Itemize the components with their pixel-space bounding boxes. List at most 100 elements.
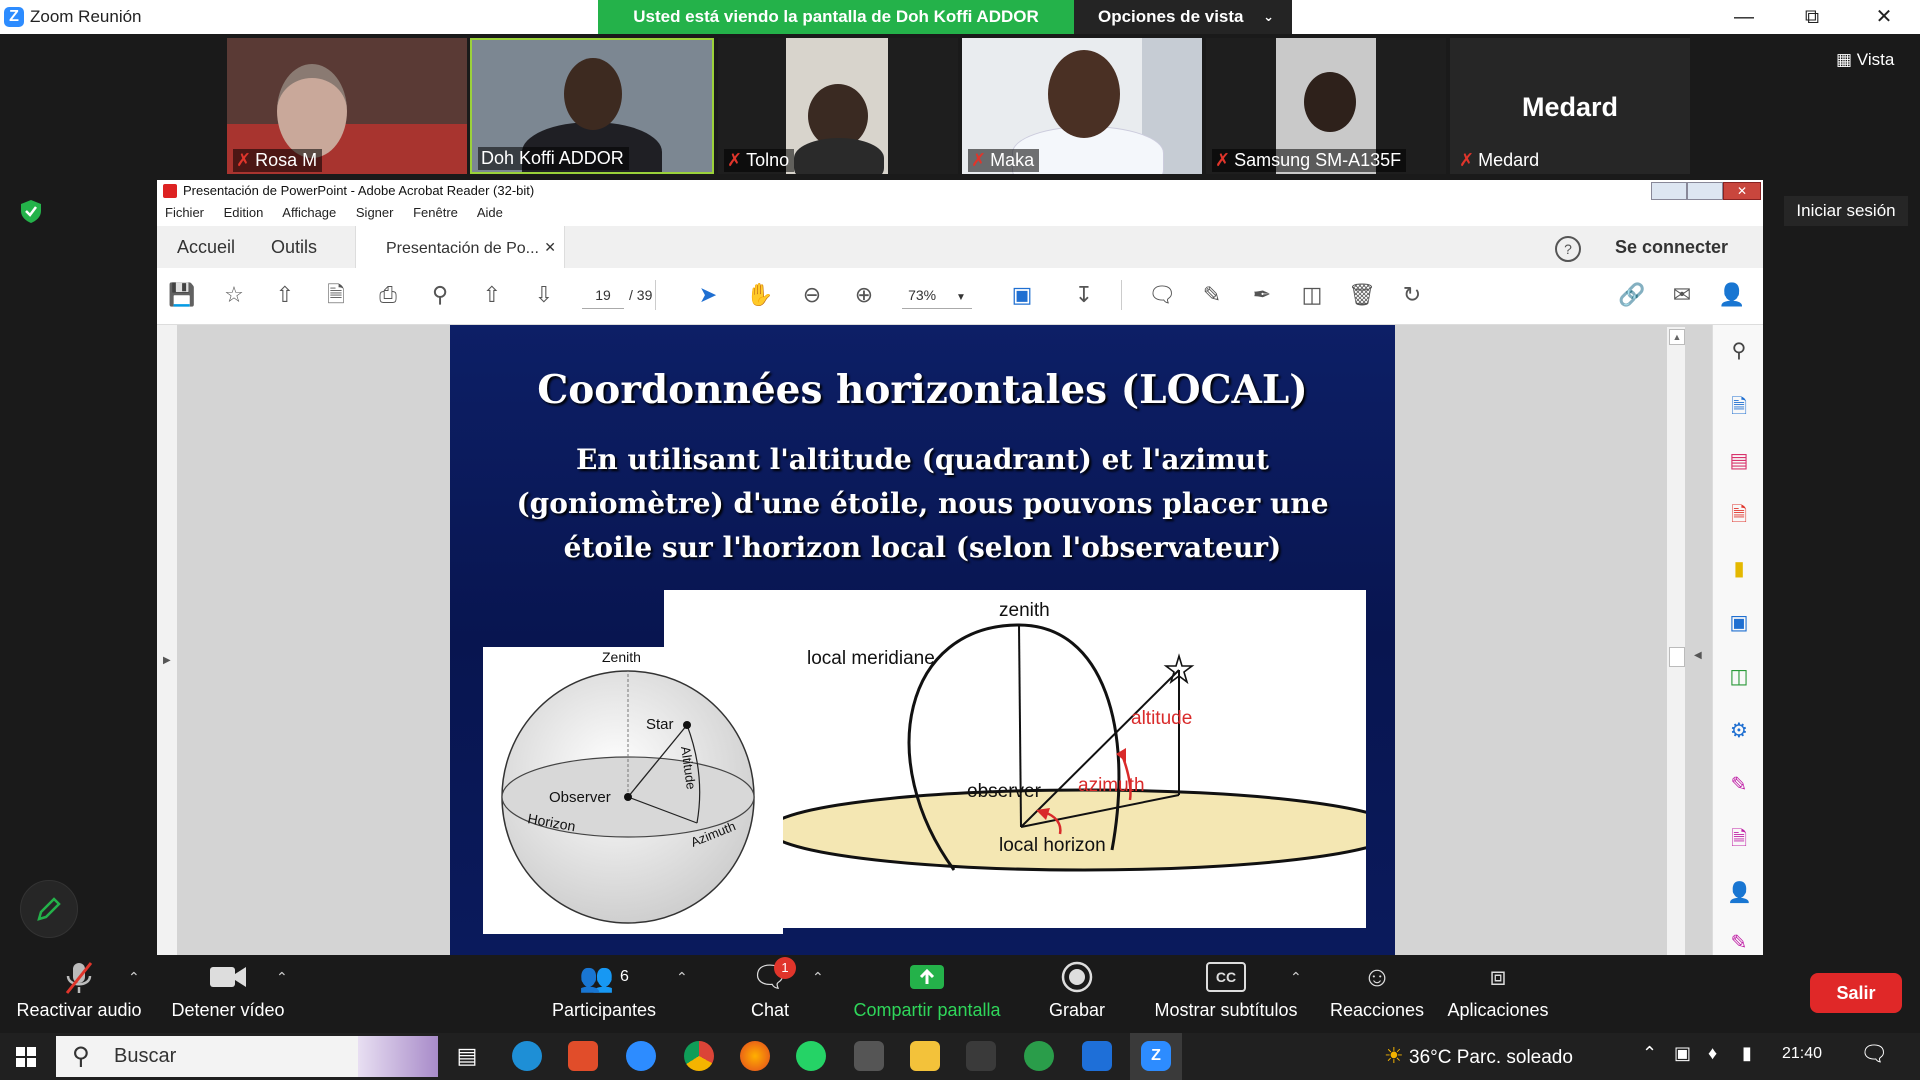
page-down-icon[interactable]: ⇩ [529, 280, 559, 310]
zoom-out-search-icon[interactable]: ⚲ [425, 280, 455, 310]
fill-sign-icon[interactable]: ✎ [1727, 773, 1751, 797]
comment-rail-icon[interactable]: ▮ [1727, 557, 1751, 581]
rotate-icon[interactable]: ↻ [1397, 280, 1427, 310]
apps-button[interactable]: ⧈ Aplicaciones [1442, 955, 1554, 1033]
vista-button[interactable]: ▦ Vista [1836, 50, 1894, 70]
network-icon[interactable]: ▣ [1674, 1043, 1691, 1064]
minimize-button[interactable]: — [1716, 0, 1772, 34]
menu-aide[interactable]: Aide [477, 205, 503, 220]
notification-tray-icon[interactable]: ♦ [1708, 1043, 1717, 1064]
record-button[interactable]: Grabar [1036, 955, 1118, 1033]
delete-icon[interactable]: 🗑 [1347, 280, 1377, 310]
star-icon[interactable]: ☆ [219, 280, 249, 310]
chrome-icon[interactable] [684, 1041, 714, 1071]
email-icon[interactable]: ✉ [1667, 280, 1697, 310]
sign-in-button[interactable]: Iniciar sesión [1784, 196, 1908, 226]
page-up-icon[interactable]: ⇧ [477, 280, 507, 310]
app-icon-3[interactable] [966, 1041, 996, 1071]
edit-pdf-icon[interactable]: 🗎 [1727, 827, 1751, 851]
menu-affichage[interactable]: Affichage [282, 205, 336, 220]
page-number-input[interactable]: 19 [582, 282, 624, 309]
menu-edition[interactable]: Edition [224, 205, 264, 220]
collapse-rail-icon[interactable]: ◀ [1694, 650, 1702, 661]
stamp-icon[interactable]: ◫ [1297, 280, 1327, 310]
edge-icon[interactable] [512, 1041, 542, 1071]
reactions-button[interactable]: ☺ Reacciones [1326, 955, 1428, 1033]
menu-signer[interactable]: Signer [356, 205, 394, 220]
fit-page-icon[interactable]: ▣ [1007, 280, 1037, 310]
organize-pages-icon[interactable]: ▤ [1727, 449, 1751, 473]
save-icon[interactable]: 💾 [167, 280, 197, 310]
file-lock-icon[interactable]: 🗎 [321, 280, 351, 310]
create-pdf-icon[interactable]: 🗎 [1727, 503, 1751, 527]
acrobat-close-button[interactable]: ✕ [1723, 182, 1761, 200]
zoom-in-icon[interactable]: ⊕ [849, 280, 879, 310]
print-icon[interactable]: ⎙ [373, 280, 403, 310]
app-icon-5[interactable] [1082, 1041, 1112, 1071]
participant-tile-doh-koffi[interactable]: Doh Koffi ADDOR [470, 38, 714, 174]
send-for-review-icon[interactable]: ⚙ [1727, 719, 1751, 743]
video-options-caret[interactable]: ⌃ [276, 969, 288, 986]
battery-icon[interactable]: ▮ [1742, 1043, 1752, 1064]
hand-tool-icon[interactable]: ✋ [745, 280, 775, 310]
system-clock[interactable]: 21:40 [1782, 1045, 1822, 1063]
close-button[interactable]: ✕ [1856, 0, 1912, 34]
acrobat-restore-button[interactable] [1687, 182, 1723, 200]
menu-fichier[interactable]: Fichier [165, 205, 204, 220]
unmute-audio-button[interactable]: Reactivar audio [10, 955, 148, 1033]
annotate-button[interactable] [20, 880, 78, 938]
windows-start-icon[interactable] [0, 1033, 54, 1080]
scroll-thumb[interactable] [1669, 647, 1685, 667]
file-explorer-icon[interactable] [910, 1041, 940, 1071]
more-tools-icon[interactable]: ✎ [1727, 931, 1751, 955]
participants-options-caret[interactable]: ⌃ [676, 969, 688, 986]
chat-button[interactable]: 🗨 1 Chat [730, 955, 810, 1033]
zoom-out-icon[interactable]: ⊖ [797, 280, 827, 310]
tab-document[interactable]: Presentación de Po... ✕ [355, 226, 565, 269]
stop-video-button[interactable]: Detener vídeo [164, 955, 292, 1033]
leave-meeting-button[interactable]: Salir [1810, 973, 1902, 1013]
vertical-scrollbar[interactable]: ▲ [1667, 327, 1685, 955]
whatsapp-icon[interactable] [796, 1041, 826, 1071]
close-tab-icon[interactable]: ✕ [544, 226, 556, 268]
scroll-up-arrow[interactable]: ▲ [1669, 329, 1685, 345]
sign-icon[interactable]: ✒ [1247, 280, 1277, 310]
taskbar-search-input[interactable]: ⚲ Buscar [56, 1036, 438, 1077]
share-link-icon[interactable]: 🔗 [1617, 280, 1647, 310]
request-signature-icon[interactable]: 👤 [1727, 881, 1752, 905]
participant-tile-samsung[interactable]: ✗ Samsung SM-A135F [1206, 38, 1446, 174]
audio-options-caret[interactable]: ⌃ [128, 969, 140, 986]
shield-icon[interactable] [18, 198, 44, 224]
chat-options-caret[interactable]: ⌃ [812, 969, 824, 986]
left-panel-toggle[interactable]: ▶ [157, 325, 177, 955]
user-lock-icon[interactable]: 👤 [1717, 280, 1747, 310]
weather-widget[interactable]: ☀ 36°C Parc. soleado [1384, 1043, 1573, 1069]
combine-files-icon[interactable]: ▣ [1727, 611, 1751, 635]
participant-tile-rosa[interactable]: ✗ Rosa M [227, 38, 467, 174]
participants-button[interactable]: 👥 6 Participantes [546, 955, 662, 1033]
scroll-mode-icon[interactable]: ↧ [1069, 280, 1099, 310]
teamviewer-icon[interactable] [626, 1041, 656, 1071]
restore-button[interactable]: ⧉ [1784, 0, 1840, 34]
help-icon[interactable]: ? [1555, 236, 1581, 262]
task-view-icon[interactable]: ▤ [452, 1041, 482, 1071]
upload-cloud-icon[interactable]: ⇧ [270, 280, 300, 310]
compress-icon[interactable]: ◫ [1727, 665, 1751, 689]
zoom-level-select[interactable]: 73% ▼ [902, 282, 972, 309]
tab-accueil[interactable]: Accueil [177, 226, 235, 268]
app-icon-4[interactable] [1024, 1041, 1054, 1071]
subtitles-options-caret[interactable]: ⌃ [1290, 969, 1302, 986]
participant-tile-maka[interactable]: ✗ Maka [962, 38, 1202, 174]
app-icon-2[interactable] [854, 1041, 884, 1071]
acrobat-minimize-button[interactable] [1651, 182, 1687, 200]
app-icon-1[interactable] [568, 1041, 598, 1071]
tray-chevron-up-icon[interactable]: ⌃ [1642, 1043, 1657, 1064]
firefox-icon[interactable] [740, 1041, 770, 1071]
menu-fenetre[interactable]: Fenêtre [413, 205, 458, 220]
search-icon[interactable]: ⚲ [1727, 339, 1751, 363]
select-cursor-icon[interactable]: ➤ [693, 280, 723, 310]
participant-tile-tolno[interactable]: ✗ Tolno [718, 38, 958, 174]
zoom-taskbar-active[interactable]: Z [1130, 1033, 1182, 1080]
show-subtitles-button[interactable]: CC Mostrar subtítulos [1146, 955, 1306, 1033]
view-options-button[interactable]: Opciones de vista ⌄ [1074, 0, 1292, 34]
